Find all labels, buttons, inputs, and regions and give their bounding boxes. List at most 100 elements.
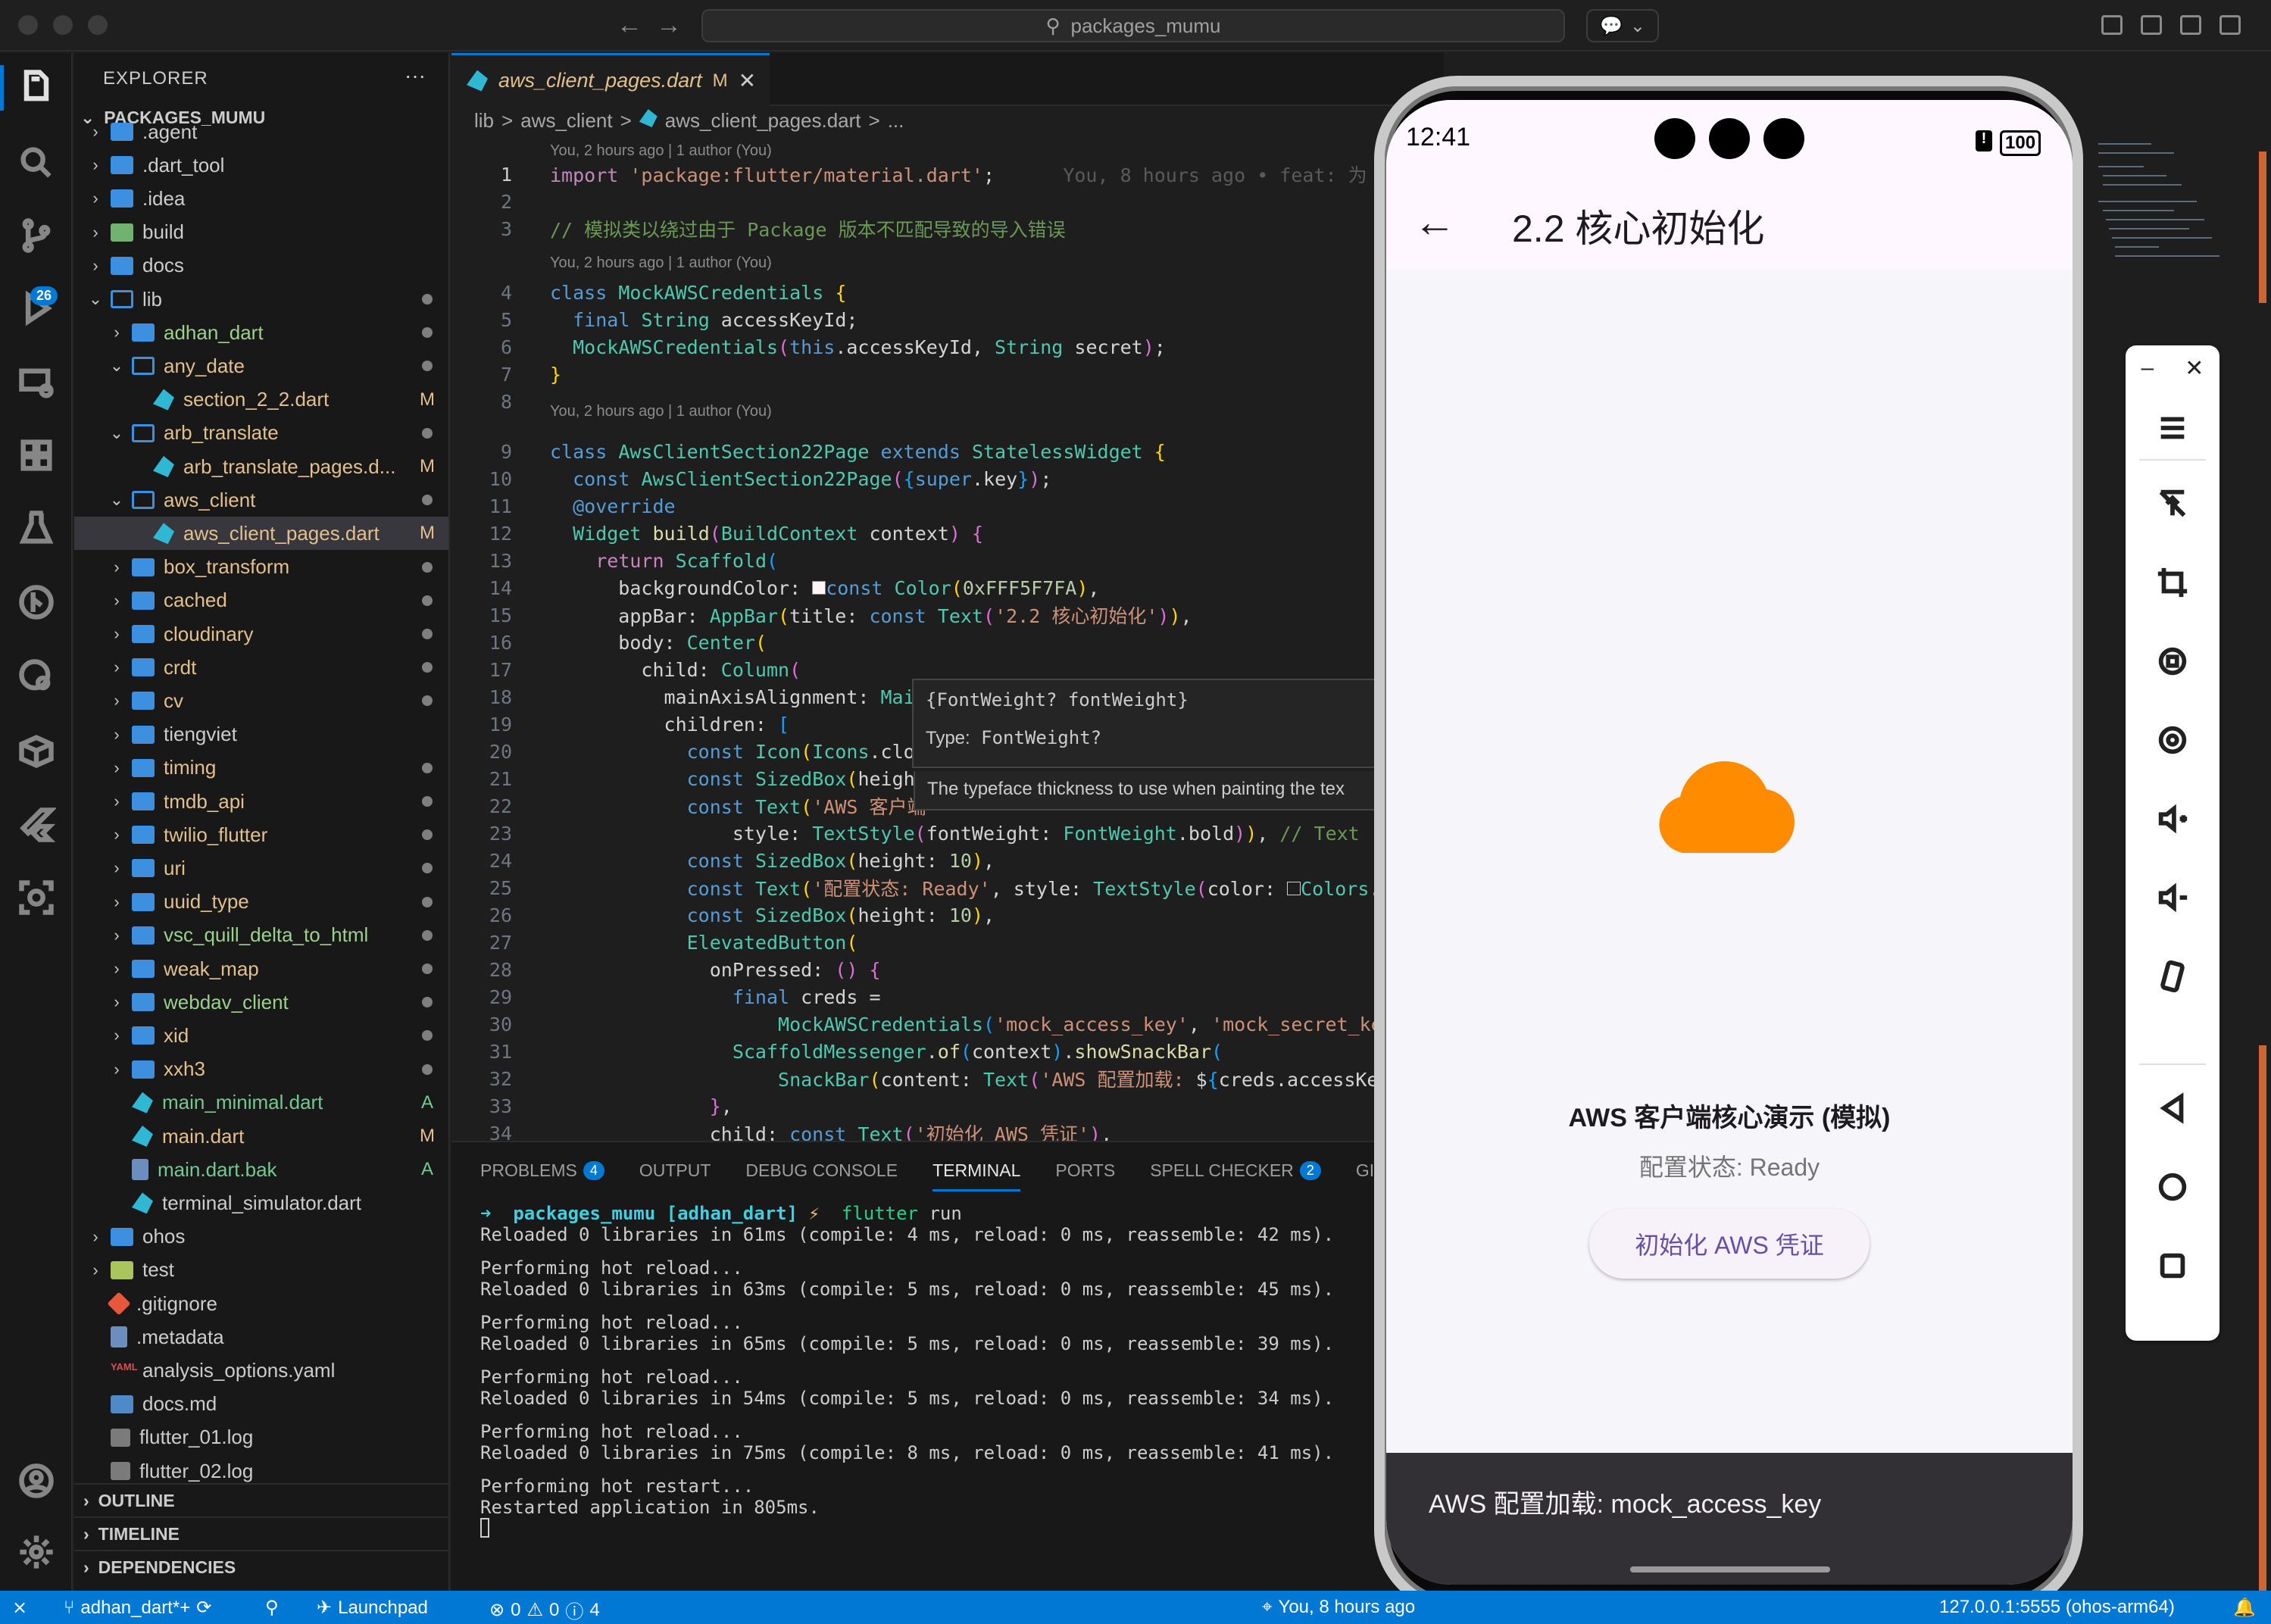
- tree-item[interactable]: main.dart M: [74, 1120, 448, 1153]
- tree-item[interactable]: › vsc_quill_delta_to_html: [74, 919, 448, 952]
- phone-screen[interactable]: 12:41 ! 100 ← 2.2 核心初始化 AWS 客户端核心演示 (模拟)…: [1386, 100, 2073, 1585]
- customize-layout-icon[interactable]: [2101, 15, 2123, 35]
- zoom-window-button[interactable]: [88, 15, 108, 35]
- tree-item[interactable]: ⌄ aws_client: [74, 483, 448, 517]
- tree-item[interactable]: › build: [74, 216, 448, 249]
- tree-item[interactable]: › cloudinary: [74, 617, 448, 651]
- copilot-button[interactable]: 💬 ⌄: [1586, 9, 1659, 42]
- volume-down-icon[interactable]: [2126, 864, 2219, 932]
- crop-icon[interactable]: [2126, 548, 2219, 617]
- tree-item[interactable]: › xxh3: [74, 1053, 448, 1086]
- editor-tab-aws-client-pages[interactable]: aws_client_pages.dart M ✕: [451, 53, 770, 106]
- shake-icon[interactable]: [2126, 942, 2219, 1010]
- more-actions-icon[interactable]: ···: [405, 64, 426, 88]
- tree-item[interactable]: section_2_2.dart M: [74, 383, 448, 417]
- tree-item[interactable]: .metadata: [74, 1320, 448, 1354]
- toggle-sidebar-icon[interactable]: [2141, 15, 2162, 35]
- panel-tab-terminal[interactable]: TERMINAL: [932, 1160, 1021, 1191]
- tree-item[interactable]: › weak_map: [74, 952, 448, 985]
- extensions-icon[interactable]: [0, 421, 73, 489]
- tree-item[interactable]: YAML analysis_options.yaml: [74, 1354, 448, 1387]
- breadcrumb-lib[interactable]: lib: [474, 109, 494, 133]
- outline-section[interactable]: › OUTLINE: [74, 1483, 448, 1516]
- close-tab-icon[interactable]: ✕: [739, 68, 756, 93]
- init-aws-credentials-button[interactable]: 初始化 AWS 凭证: [1589, 1209, 1870, 1279]
- tree-item[interactable]: › box_transform: [74, 551, 448, 584]
- rotate-left-icon[interactable]: [2126, 627, 2219, 695]
- tree-item[interactable]: arb_translate_pages.d... M: [74, 450, 448, 483]
- tree-item[interactable]: › tmdb_api: [74, 785, 448, 818]
- search-icon[interactable]: [0, 129, 73, 197]
- tree-item[interactable]: ⌄ lib: [74, 283, 448, 316]
- tree-item[interactable]: ⌄ any_date: [74, 349, 448, 383]
- tree-item[interactable]: ⌄ arb_translate: [74, 417, 448, 450]
- tree-item[interactable]: › tiengviet: [74, 718, 448, 751]
- tree-item[interactable]: › test: [74, 1254, 448, 1287]
- tree-item[interactable]: › cached: [74, 584, 448, 617]
- panel-tab-ports[interactable]: PORTS: [1055, 1160, 1115, 1181]
- git-graph-status-icon[interactable]: ⚲: [265, 1597, 279, 1619]
- tree-item[interactable]: flutter_01.log: [74, 1421, 448, 1454]
- flutter-icon[interactable]: [0, 791, 73, 859]
- nav-back-icon[interactable]: ←: [617, 11, 642, 40]
- codelens-blame[interactable]: You, 2 hours ago | 1 author (You): [550, 255, 772, 272]
- close-window-button[interactable]: [18, 15, 38, 35]
- nav-back-triangle-icon[interactable]: [2126, 1074, 2219, 1142]
- tree-item[interactable]: › twilio_flutter: [74, 818, 448, 851]
- back-arrow-icon[interactable]: ←: [1414, 197, 1456, 246]
- source-control-icon[interactable]: [0, 201, 73, 270]
- tree-item[interactable]: › xid: [74, 1019, 448, 1052]
- minimize-icon[interactable]: –: [2141, 355, 2154, 381]
- volume-up-icon[interactable]: [2126, 785, 2219, 853]
- tree-item[interactable]: › ohos: [74, 1220, 448, 1254]
- tree-item[interactable]: › adhan_dart: [74, 316, 448, 349]
- tree-item[interactable]: › .idea: [74, 182, 448, 215]
- codelens-blame[interactable]: You, 2 hours ago | 1 author (You): [550, 403, 772, 420]
- toggle-secondary-sidebar-icon[interactable]: [2219, 15, 2241, 35]
- minimap[interactable]: [2083, 136, 2250, 364]
- panel-tab-debug-console[interactable]: DEBUG CONSOLE: [745, 1160, 898, 1181]
- minimize-window-button[interactable]: [53, 15, 73, 35]
- panel-tab-spell-checker[interactable]: SPELL CHECKER 2: [1150, 1160, 1321, 1181]
- remote-explorer-icon[interactable]: [0, 348, 73, 417]
- panel-tab-problems[interactable]: PROBLEMS 4: [480, 1160, 604, 1181]
- git-blame-indicator[interactable]: ⌖ You, 8 hours ago: [1262, 1597, 1415, 1618]
- inspector-icon[interactable]: [0, 864, 73, 932]
- dependencies-section[interactable]: › DEPENDENCIES: [74, 1550, 448, 1583]
- tree-item[interactable]: › timing: [74, 751, 448, 785]
- tree-item[interactable]: › uuid_type: [74, 885, 448, 919]
- nav-recents-square-icon[interactable]: [2126, 1232, 2219, 1300]
- tree-item[interactable]: › crdt: [74, 651, 448, 684]
- notifications-bell-icon[interactable]: 🔔: [2233, 1597, 2256, 1619]
- tree-item[interactable]: docs.md: [74, 1388, 448, 1421]
- overview-ruler[interactable]: [2256, 136, 2271, 1621]
- tree-item[interactable]: main.dart.bak A: [74, 1153, 448, 1186]
- problems-indicator[interactable]: ⊗ 0 ⚠ 0 ⓘ 4: [489, 1597, 600, 1623]
- tree-item[interactable]: main_minimal.dart A: [74, 1086, 448, 1120]
- launchpad-indicator[interactable]: ✈ Launchpad: [317, 1597, 428, 1619]
- tree-item[interactable]: › cv: [74, 684, 448, 717]
- timeline-section[interactable]: › TIMELINE: [74, 1516, 448, 1550]
- branch-indicator[interactable]: ⑂ adhan_dart*+ ⟳: [64, 1597, 211, 1619]
- gear-icon[interactable]: [0, 1518, 73, 1586]
- home-indicator[interactable]: [1630, 1566, 1830, 1572]
- pin-off-icon[interactable]: [2126, 470, 2219, 538]
- breadcrumb-aws-client[interactable]: aws_client: [520, 109, 612, 133]
- codelens-blame[interactable]: You, 2 hours ago | 1 author (You): [550, 142, 772, 160]
- nav-home-circle-icon[interactable]: [2126, 1153, 2219, 1221]
- account-icon[interactable]: [0, 1447, 73, 1515]
- nav-forward-icon[interactable]: →: [656, 11, 682, 40]
- tree-item[interactable]: aws_client_pages.dart M: [74, 517, 448, 551]
- breadcrumb-file[interactable]: aws_client_pages.dart: [665, 109, 861, 133]
- close-icon[interactable]: ✕: [2185, 355, 2204, 382]
- tree-item[interactable]: terminal_simulator.dart: [74, 1186, 448, 1220]
- device-indicator[interactable]: 127.0.0.1:5555 (ohos-arm64): [1939, 1597, 2175, 1618]
- package-icon[interactable]: [0, 717, 73, 785]
- command-center-search[interactable]: ⚲ packages_mumu: [701, 9, 1565, 42]
- tree-item[interactable]: › docs: [74, 249, 448, 283]
- menu-icon[interactable]: [2126, 394, 2219, 462]
- git-graph-icon[interactable]: [0, 568, 73, 636]
- remote-indicator[interactable]: ⨯: [12, 1597, 27, 1619]
- timeline-icon[interactable]: [0, 642, 73, 710]
- rotate-right-icon[interactable]: [2126, 706, 2219, 774]
